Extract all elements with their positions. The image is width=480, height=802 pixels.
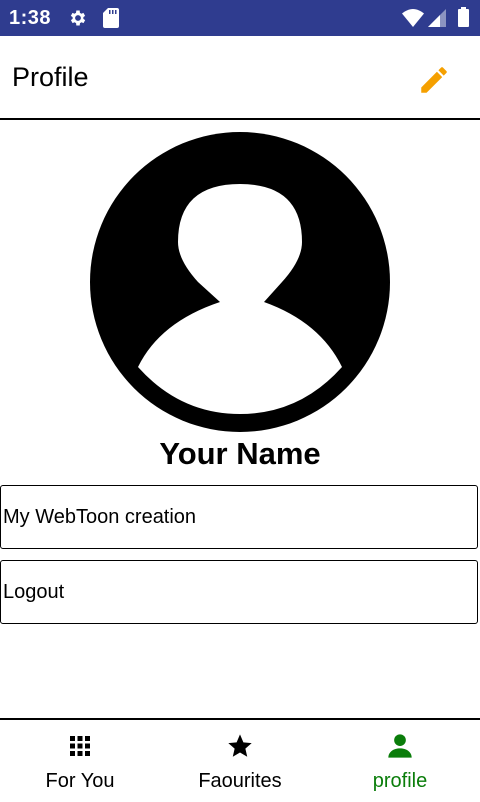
nav-item-profile[interactable]: profile [320, 720, 480, 802]
logout-label: Logout [3, 580, 65, 603]
user-name: Your Name [159, 436, 321, 471]
app-bar: Profile [0, 36, 480, 120]
page-title: Profile [12, 62, 89, 92]
nav-label-favourites: Faourites [198, 770, 282, 792]
my-webtoon-creation-button[interactable]: My WebToon creation [0, 485, 478, 549]
logout-button[interactable]: Logout [0, 560, 478, 624]
grid-icon [70, 736, 90, 756]
pencil-icon [421, 67, 447, 93]
battery-icon [458, 7, 469, 27]
bottom-navigation: For You Faourites profile [0, 718, 480, 802]
signal-icon [428, 9, 446, 27]
nav-label-for-you: For You [45, 770, 115, 792]
status-time: 1:38 [9, 7, 52, 29]
person-icon [388, 734, 412, 758]
wifi-icon [402, 9, 424, 27]
edit-profile-button[interactable] [412, 58, 456, 102]
gear-icon [70, 10, 86, 26]
nav-label-profile: profile [372, 770, 428, 792]
sd-card-icon [103, 8, 119, 28]
my-webtoon-creation-label: My WebToon creation [3, 505, 197, 528]
star-icon [228, 734, 252, 757]
nav-item-for-you[interactable]: For You [0, 720, 160, 802]
nav-item-favourites[interactable]: Faourites [160, 720, 320, 802]
status-bar: 1:38 [0, 0, 480, 36]
person-avatar-icon [90, 132, 390, 432]
